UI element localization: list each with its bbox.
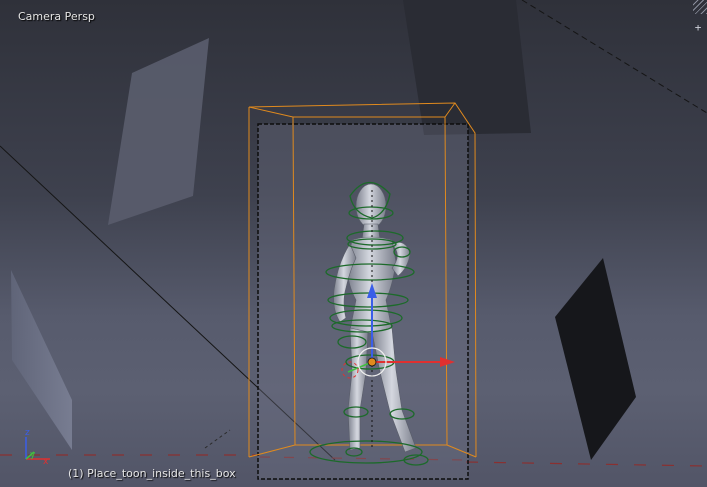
grid-dash bbox=[204, 429, 231, 449]
diagonal-line-top-right bbox=[521, 0, 707, 114]
3d-cursor bbox=[367, 357, 377, 367]
axis-gizmo: z y x bbox=[25, 428, 50, 467]
view-label: Camera Persp bbox=[18, 10, 95, 23]
axis-label-x: x bbox=[43, 457, 49, 467]
axis-label-z: z bbox=[25, 428, 30, 438]
area-split-corner[interactable] bbox=[693, 0, 707, 14]
scene-canvas[interactable]: z y x bbox=[0, 0, 707, 487]
background-plane-right bbox=[555, 258, 636, 460]
background-plane-top bbox=[403, 0, 531, 135]
figure-head bbox=[355, 183, 387, 229]
3d-viewport[interactable]: z y x Camera Persp (1) Place_toon_inside… bbox=[0, 0, 707, 487]
active-object-label: (1) Place_toon_inside_this_box bbox=[68, 467, 236, 480]
properties-toggle-icon[interactable]: + bbox=[692, 22, 704, 34]
axis-label-y: y bbox=[30, 450, 36, 460]
floor-line-right bbox=[465, 461, 707, 467]
background-plane-lower-left bbox=[11, 270, 72, 450]
background-plane-left bbox=[108, 38, 209, 225]
